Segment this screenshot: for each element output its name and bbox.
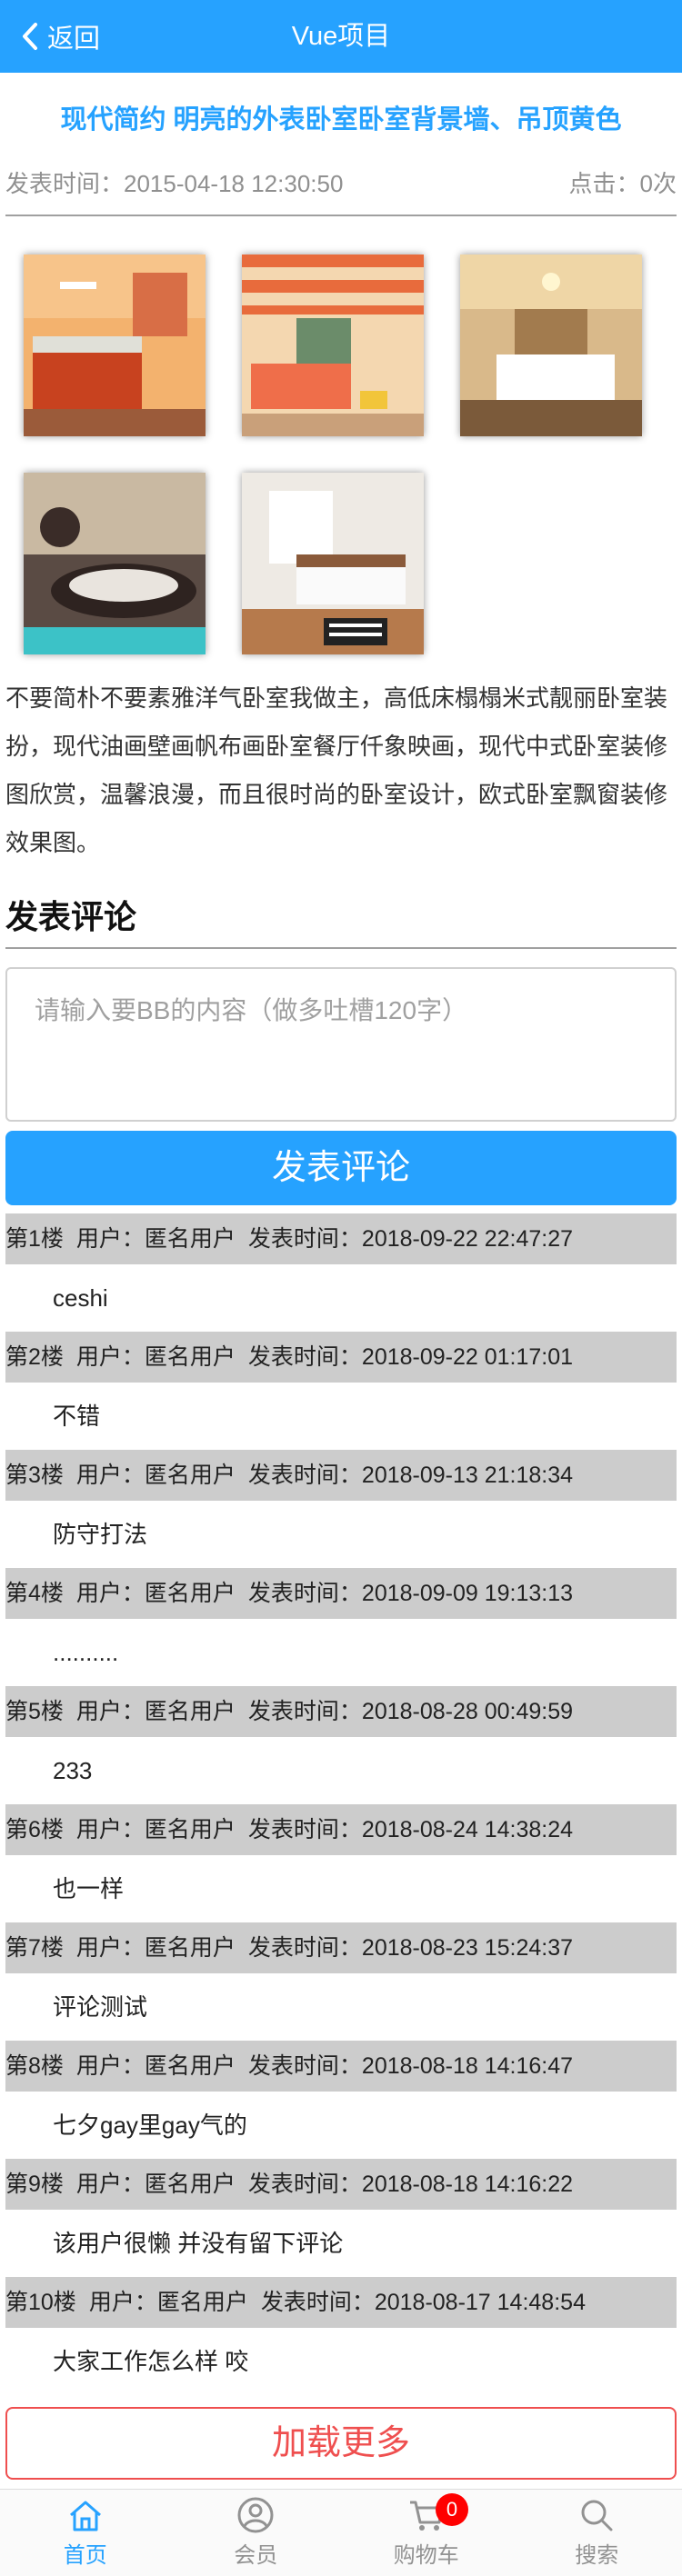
comment-header: 第10楼 用户：匿名用户 发表时间：2018-08-17 14:48:54 (5, 2277, 677, 2328)
thumbnail-2[interactable] (242, 255, 424, 436)
comment-header: 第9楼 用户：匿名用户 发表时间：2018-08-18 14:16:22 (5, 2159, 677, 2210)
comment-header: 第3楼 用户：匿名用户 发表时间：2018-09-13 21:18:34 (5, 1450, 677, 1501)
comment-content: .......... (53, 1639, 119, 1666)
tab-home[interactable]: 首页 (0, 2490, 171, 2576)
bottom-tabbar: 首页 会员 购物车 0 搜索 (0, 2489, 682, 2576)
comment-floor: 第1楼 (5, 1226, 64, 1252)
comment-user: 用户：匿名用户 (75, 2053, 236, 2079)
chevron-left-icon (23, 23, 37, 50)
user-icon (237, 2497, 274, 2533)
comment-floor: 第10楼 (5, 2290, 76, 2315)
comment-user: 用户：匿名用户 (75, 1935, 236, 1961)
comment-content: 也一样 (53, 1875, 125, 1902)
comment-user: 用户：匿名用户 (75, 1699, 236, 1724)
comment-time: 发表时间：2018-08-17 14:48:54 (260, 2290, 586, 2315)
comment-floor: 第7楼 (5, 1935, 64, 1961)
tab-label: 购物车 (393, 2543, 459, 2568)
comment-time: 发表时间：2018-08-23 15:24:37 (247, 1935, 574, 1961)
comment-floor: 第5楼 (5, 1699, 64, 1724)
comment-item: 第2楼 用户：匿名用户 发表时间：2018-09-22 01:17:01 不错 (5, 1332, 677, 1450)
comment-item: 第3楼 用户：匿名用户 发表时间：2018-09-13 21:18:34 防守打法 (5, 1450, 677, 1568)
thumbnail-4[interactable] (24, 473, 206, 654)
comment-user: 用户：匿名用户 (75, 1226, 236, 1252)
bedroom-round-bed-photo (24, 473, 206, 654)
post-comment-button[interactable]: 发表评论 (5, 1131, 677, 1205)
comment-input[interactable]: 请输入要BB的内容（做多吐槽120字） (5, 967, 677, 1122)
divider (5, 947, 677, 949)
search-icon (581, 2500, 613, 2531)
comment-item: 第5楼 用户：匿名用户 发表时间：2018-08-28 00:49:59 233 (5, 1686, 677, 1804)
article-title: 现代简约 明亮的外表卧室卧室背景墙、吊顶黄色 (60, 105, 622, 135)
comment-user: 用户：匿名用户 (75, 2172, 236, 2197)
comment-content: 七夕gay里gay气的 (53, 2112, 247, 2139)
comment-content: 233 (53, 1757, 93, 1784)
top-header: 返回 Vue项目 (0, 0, 682, 73)
bedroom-orange-photo (24, 255, 206, 436)
thumbnail-5[interactable] (242, 473, 424, 654)
comment-floor: 第8楼 (5, 2053, 64, 2079)
comment-time: 发表时间：2018-08-28 00:49:59 (247, 1699, 574, 1724)
comment-user: 用户：匿名用户 (75, 1344, 236, 1370)
comment-floor: 第6楼 (5, 1817, 64, 1842)
tab-label: 会员 (234, 2543, 278, 2568)
tab-label: 首页 (63, 2543, 107, 2568)
comment-time: 发表时间：2018-08-24 14:38:24 (247, 1817, 574, 1842)
comment-header: 第4楼 用户：匿名用户 发表时间：2018-09-09 19:13:13 (5, 1568, 677, 1619)
comment-header: 第6楼 用户：匿名用户 发表时间：2018-08-24 14:38:24 (5, 1804, 677, 1855)
comment-user: 用户：匿名用户 (75, 1817, 236, 1842)
comment-user: 用户：匿名用户 (75, 1463, 236, 1488)
back-label: 返回 (47, 25, 101, 54)
bedroom-warm-light-photo (460, 255, 642, 436)
home-icon (69, 2501, 101, 2531)
comment-floor: 第2楼 (5, 1344, 64, 1370)
tab-search[interactable]: 搜索 (512, 2490, 682, 2576)
tab-label: 搜索 (575, 2543, 619, 2568)
cart-badge: 0 (436, 2493, 468, 2526)
article-content: 不要简朴不要素雅洋气卧室我做主，高低床榻榻米式靓丽卧室装扮，现代油画壁画帆布画卧… (5, 684, 668, 856)
comment-time: 发表时间：2018-09-09 19:13:13 (247, 1581, 574, 1606)
article-meta: 发表时间：2015-04-18 12:30:50 点击：0次 (5, 165, 677, 197)
comment-time: 发表时间：2018-08-18 14:16:22 (247, 2172, 574, 2197)
comment-item: 第6楼 用户：匿名用户 发表时间：2018-08-24 14:38:24 也一样 (5, 1804, 677, 1922)
comment-content: ceshi (53, 1284, 108, 1312)
comment-section-title: 发表评论 (5, 898, 137, 935)
comment-floor: 第3楼 (5, 1463, 64, 1488)
tab-member[interactable]: 会员 (171, 2490, 342, 2576)
comment-time: 发表时间：2018-09-13 21:18:34 (247, 1463, 574, 1488)
comment-floor: 第9楼 (5, 2172, 64, 2197)
header-title: Vue项目 (291, 22, 391, 51)
comment-item: 第8楼 用户：匿名用户 发表时间：2018-08-18 14:16:47 七夕gay… (5, 2041, 677, 2159)
comment-item: 第10楼 用户：匿名用户 发表时间：2018-08-17 14:48:54 大家工作… (5, 2277, 677, 2395)
click-count: 点击：0次 (568, 170, 677, 197)
comment-floor: 第4楼 (5, 1581, 64, 1606)
comment-content: 不错 (53, 1403, 101, 1430)
comment-time: 发表时间：2018-09-22 01:17:01 (247, 1344, 574, 1370)
comment-content: 防守打法 (53, 1521, 148, 1548)
comment-user: 用户：匿名用户 (88, 2290, 248, 2315)
tab-cart[interactable]: 购物车 0 (341, 2490, 512, 2576)
comment-header: 第5楼 用户：匿名用户 发表时间：2018-08-28 00:49:59 (5, 1686, 677, 1737)
comment-time: 发表时间：2018-08-18 14:16:47 (247, 2053, 574, 2079)
comment-time: 发表时间：2018-09-22 22:47:27 (247, 1226, 574, 1252)
thumbnail-1[interactable] (24, 255, 206, 436)
comment-item: 第1楼 用户：匿名用户 发表时间：2018-09-22 22:47:27 ceshi (5, 1213, 677, 1332)
comment-header: 第7楼 用户：匿名用户 发表时间：2018-08-23 15:24:37 (5, 1922, 677, 1973)
divider (5, 215, 677, 216)
comment-item: 第7楼 用户：匿名用户 发表时间：2018-08-23 15:24:37 评论测试 (5, 1922, 677, 2041)
comment-header: 第8楼 用户：匿名用户 发表时间：2018-08-18 14:16:47 (5, 2041, 677, 2092)
comment-header: 第2楼 用户：匿名用户 发表时间：2018-09-22 01:17:01 (5, 1332, 677, 1383)
publish-time: 发表时间：2015-04-18 12:30:50 (5, 170, 344, 197)
comment-header: 第1楼 用户：匿名用户 发表时间：2018-09-22 22:47:27 (5, 1213, 677, 1264)
thumbnail-3[interactable] (460, 255, 642, 436)
load-more-button[interactable]: 加载更多 (5, 2407, 677, 2480)
comment-item: 第4楼 用户：匿名用户 发表时间：2018-09-09 19:13:13 .....… (5, 1568, 677, 1686)
bedroom-bright-modern-photo (242, 473, 424, 654)
bedroom-striped-ceiling-photo (242, 255, 424, 436)
comment-content: 大家工作怎么样 咬 (53, 2348, 249, 2375)
comment-content: 该用户很懒 并没有留下评论 (53, 2230, 344, 2257)
comment-content: 评论测试 (53, 1993, 148, 2021)
comment-item: 第9楼 用户：匿名用户 发表时间：2018-08-18 14:16:22 该用户很懒… (5, 2159, 677, 2277)
back-button[interactable]: 返回 (20, 0, 100, 73)
comment-user: 用户：匿名用户 (75, 1581, 236, 1606)
